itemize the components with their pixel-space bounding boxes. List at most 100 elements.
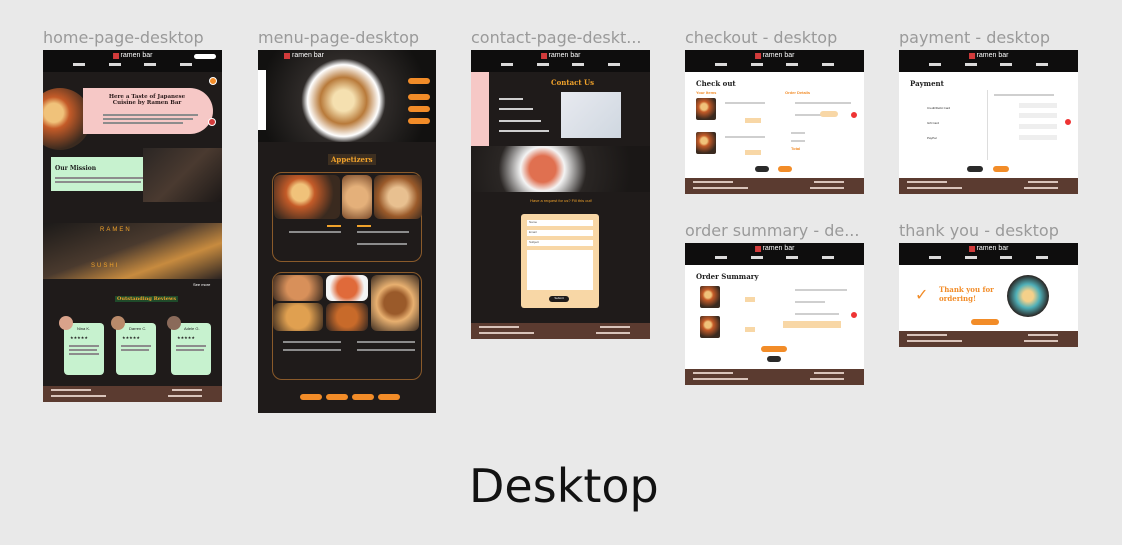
brand-logo[interactable]: ramen bar bbox=[284, 52, 324, 59]
cart-icon[interactable] bbox=[850, 111, 858, 119]
payment-method-2[interactable]: Gift Card bbox=[927, 121, 939, 125]
mains-section bbox=[272, 272, 422, 380]
thanks-ramen-image bbox=[1007, 275, 1049, 317]
brand-logo[interactable]: ramen bar bbox=[540, 52, 580, 59]
nav-links[interactable] bbox=[471, 63, 650, 66]
side-icons bbox=[258, 70, 266, 130]
frame-label-summary[interactable]: order summary - de... bbox=[685, 221, 859, 240]
mission-title: Our Mission bbox=[55, 165, 97, 172]
cvv-field[interactable] bbox=[1019, 135, 1057, 140]
frame-label-payment[interactable]: payment - desktop bbox=[899, 28, 1050, 47]
navbar: ramen bar bbox=[471, 50, 650, 72]
review-card-2: Darren C. ★★★★★ bbox=[116, 323, 156, 375]
menu-category-2[interactable] bbox=[408, 94, 430, 100]
menu-tab-4[interactable] bbox=[378, 394, 400, 400]
menu-category-3[interactable] bbox=[408, 106, 430, 112]
nav-links[interactable] bbox=[43, 63, 222, 66]
appetizer-image-2 bbox=[342, 175, 372, 219]
frame-label-checkout[interactable]: checkout - desktop bbox=[685, 28, 837, 47]
cart-icon[interactable] bbox=[1064, 118, 1072, 126]
back-button[interactable] bbox=[755, 166, 769, 172]
contact-form: Name Email Subject Submit bbox=[521, 214, 599, 308]
place-order-button[interactable] bbox=[761, 346, 787, 352]
logo-icon bbox=[112, 52, 119, 59]
menu-category-4[interactable] bbox=[408, 118, 430, 124]
summary-item-image-1 bbox=[700, 286, 720, 308]
brand-name: ramen bar bbox=[762, 245, 795, 252]
thank-you-frame[interactable]: ramen bar ✓ Thank you for ordering! bbox=[899, 243, 1078, 347]
review-stars-3: ★★★★★ bbox=[177, 335, 195, 340]
map-image bbox=[561, 92, 621, 138]
card-name-field[interactable] bbox=[1019, 113, 1057, 118]
frame-label-menu[interactable]: menu-page-desktop bbox=[258, 28, 419, 47]
menu-tab-3[interactable] bbox=[352, 394, 374, 400]
reviewer-name-2: Darren C. bbox=[129, 326, 147, 331]
payment-method-3[interactable]: PayPal bbox=[927, 136, 937, 140]
menu-tab-1[interactable] bbox=[300, 394, 322, 400]
summary-item-image-2 bbox=[700, 316, 720, 338]
brand-logo[interactable]: ramen bar bbox=[968, 52, 1008, 59]
submit-button[interactable]: Submit bbox=[549, 296, 569, 302]
name-field[interactable]: Name bbox=[527, 220, 593, 226]
qty-1[interactable] bbox=[745, 118, 761, 123]
brand-logo[interactable]: ramen bar bbox=[968, 245, 1008, 252]
back-home-button[interactable] bbox=[971, 319, 999, 325]
navbar: ramen bar bbox=[899, 50, 1078, 72]
avatar-2 bbox=[111, 316, 125, 330]
nav-links[interactable] bbox=[899, 63, 1078, 66]
message-textarea[interactable] bbox=[527, 250, 593, 290]
main-image-1 bbox=[273, 275, 323, 301]
frame-label-home[interactable]: home-page-desktop bbox=[43, 28, 204, 47]
expiry-field[interactable] bbox=[1019, 124, 1057, 129]
total-label: Total bbox=[791, 146, 801, 151]
checkmark-icon: ✓ bbox=[915, 287, 929, 304]
main-image-4 bbox=[273, 303, 323, 331]
appetizer-image-1 bbox=[274, 175, 340, 219]
checkout-title: Check out bbox=[696, 79, 736, 88]
see-more-link[interactable]: See more bbox=[193, 282, 210, 287]
next-button[interactable] bbox=[778, 166, 792, 172]
nav-links[interactable] bbox=[899, 256, 1078, 259]
scroll-icon[interactable] bbox=[208, 118, 216, 126]
cart-icon[interactable] bbox=[850, 311, 858, 319]
home-page-frame[interactable]: ramen bar Here a Taste of Japanese Cuisi… bbox=[43, 50, 222, 402]
email-field[interactable]: Email bbox=[527, 230, 593, 236]
navbar: ramen bar bbox=[685, 50, 864, 72]
request-title: Have a request for us? Fill this out! bbox=[530, 198, 592, 203]
logo-icon bbox=[968, 245, 975, 252]
frame-label-thanks[interactable]: thank you - desktop bbox=[899, 221, 1059, 240]
back-button[interactable] bbox=[767, 356, 781, 362]
mission-photo bbox=[143, 148, 222, 202]
chat-icon[interactable] bbox=[209, 77, 217, 85]
payment-page-frame[interactable]: ramen bar Payment Credit/Debit Card Gift… bbox=[899, 50, 1078, 194]
search-input[interactable] bbox=[194, 54, 216, 59]
menu-page-frame[interactable]: ramen bar Appetizers bbox=[258, 50, 436, 413]
frame-label-contact[interactable]: contact-page-deskt... bbox=[471, 28, 642, 47]
menu-tab-2[interactable] bbox=[326, 394, 348, 400]
mission-card: Our Mission bbox=[51, 157, 151, 191]
brand-logo[interactable]: ramen bar bbox=[112, 52, 152, 59]
logo-icon bbox=[754, 52, 761, 59]
back-button[interactable] bbox=[967, 166, 983, 172]
nav-links[interactable] bbox=[685, 256, 864, 259]
qty-2[interactable] bbox=[745, 150, 761, 155]
subject-field[interactable]: Subject bbox=[527, 240, 593, 246]
contact-page-frame[interactable]: ramen bar Contact Us Have a request for … bbox=[471, 50, 650, 339]
menu-category-1[interactable] bbox=[408, 78, 430, 84]
brand-logo[interactable]: ramen bar bbox=[754, 245, 795, 252]
appetizers-section bbox=[272, 172, 422, 262]
pickup-option[interactable] bbox=[820, 111, 838, 117]
main-image-2 bbox=[326, 275, 368, 301]
brand-logo[interactable]: ramen bar bbox=[754, 52, 794, 59]
board-title: Desktop bbox=[469, 459, 659, 513]
review-card-3: Adele G. ★★★★★ bbox=[171, 323, 211, 375]
checkout-page-frame[interactable]: ramen bar Check out Your Items Order Det… bbox=[685, 50, 864, 194]
order-details-label: Order Details bbox=[785, 90, 811, 95]
your-items-label: Your Items bbox=[696, 90, 717, 95]
order-summary-frame[interactable]: ramen bar Order Summary bbox=[685, 243, 864, 385]
next-button[interactable] bbox=[993, 166, 1009, 172]
nav-links[interactable] bbox=[685, 63, 864, 66]
card-number-field[interactable] bbox=[1019, 103, 1057, 108]
navbar: ramen bar bbox=[685, 243, 864, 265]
payment-method-1[interactable]: Credit/Debit Card bbox=[927, 106, 950, 110]
